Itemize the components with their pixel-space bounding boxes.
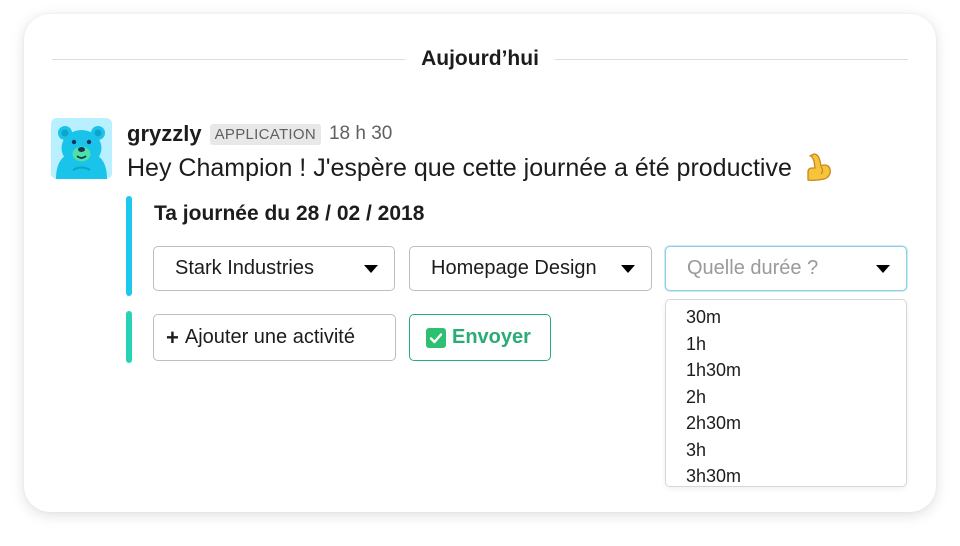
attachment-bar-bottom — [126, 311, 132, 363]
timestamp[interactable]: 18 h 30 — [329, 123, 392, 145]
send-label: Envoyer — [452, 326, 531, 348]
duration-option[interactable]: 1h30m — [666, 357, 906, 384]
attachment-title: Ta journée du 28 / 02 / 2018 — [154, 202, 425, 225]
duration-select-placeholder: Quelle durée ? — [687, 257, 819, 279]
username[interactable]: gryzzly — [127, 121, 202, 147]
client-select-value: Stark Industries — [175, 257, 314, 279]
duration-dropdown[interactable]: 30m 1h 1h30m 2h 2h30m 3h 3h30m — [665, 299, 907, 487]
duration-select[interactable]: Quelle durée ? — [665, 246, 907, 291]
send-button[interactable]: Envoyer — [409, 314, 551, 361]
project-select-value: Homepage Design — [431, 257, 597, 279]
duration-option[interactable]: 2h30m — [666, 410, 906, 437]
duration-option[interactable]: 30m — [666, 304, 906, 331]
app-badge: APPLICATION — [209, 123, 321, 145]
duration-option[interactable]: 3h30m — [666, 463, 906, 486]
add-activity-button[interactable]: + Ajouter une activité — [153, 314, 396, 361]
bear-icon — [51, 118, 112, 179]
duration-option[interactable]: 2h — [666, 384, 906, 411]
avatar[interactable] — [51, 118, 112, 179]
message-text-row: Hey Champion ! J'espère que cette journé… — [127, 152, 834, 184]
day-divider-line — [52, 59, 908, 60]
caret-down-icon — [364, 265, 378, 273]
message-text: Hey Champion ! J'espère que cette journé… — [127, 153, 792, 182]
message-header: gryzzly APPLICATION 18 h 30 — [127, 121, 392, 147]
flexed-biceps-icon — [807, 153, 831, 182]
duration-option[interactable]: 1h — [666, 331, 906, 358]
attachment-bar-top — [126, 196, 132, 296]
add-activity-label: Ajouter une activité — [184, 326, 355, 348]
caret-down-icon — [876, 265, 890, 273]
project-select[interactable]: Homepage Design — [409, 246, 652, 291]
plus-icon: + — [166, 324, 179, 350]
duration-option[interactable]: 3h — [666, 437, 906, 464]
client-select[interactable]: Stark Industries — [153, 246, 395, 291]
check-mark-icon — [426, 327, 446, 348]
message-card: Aujourd’hui gryzzly APPLICATION 18 h 30 … — [24, 14, 936, 512]
caret-down-icon — [621, 265, 635, 273]
